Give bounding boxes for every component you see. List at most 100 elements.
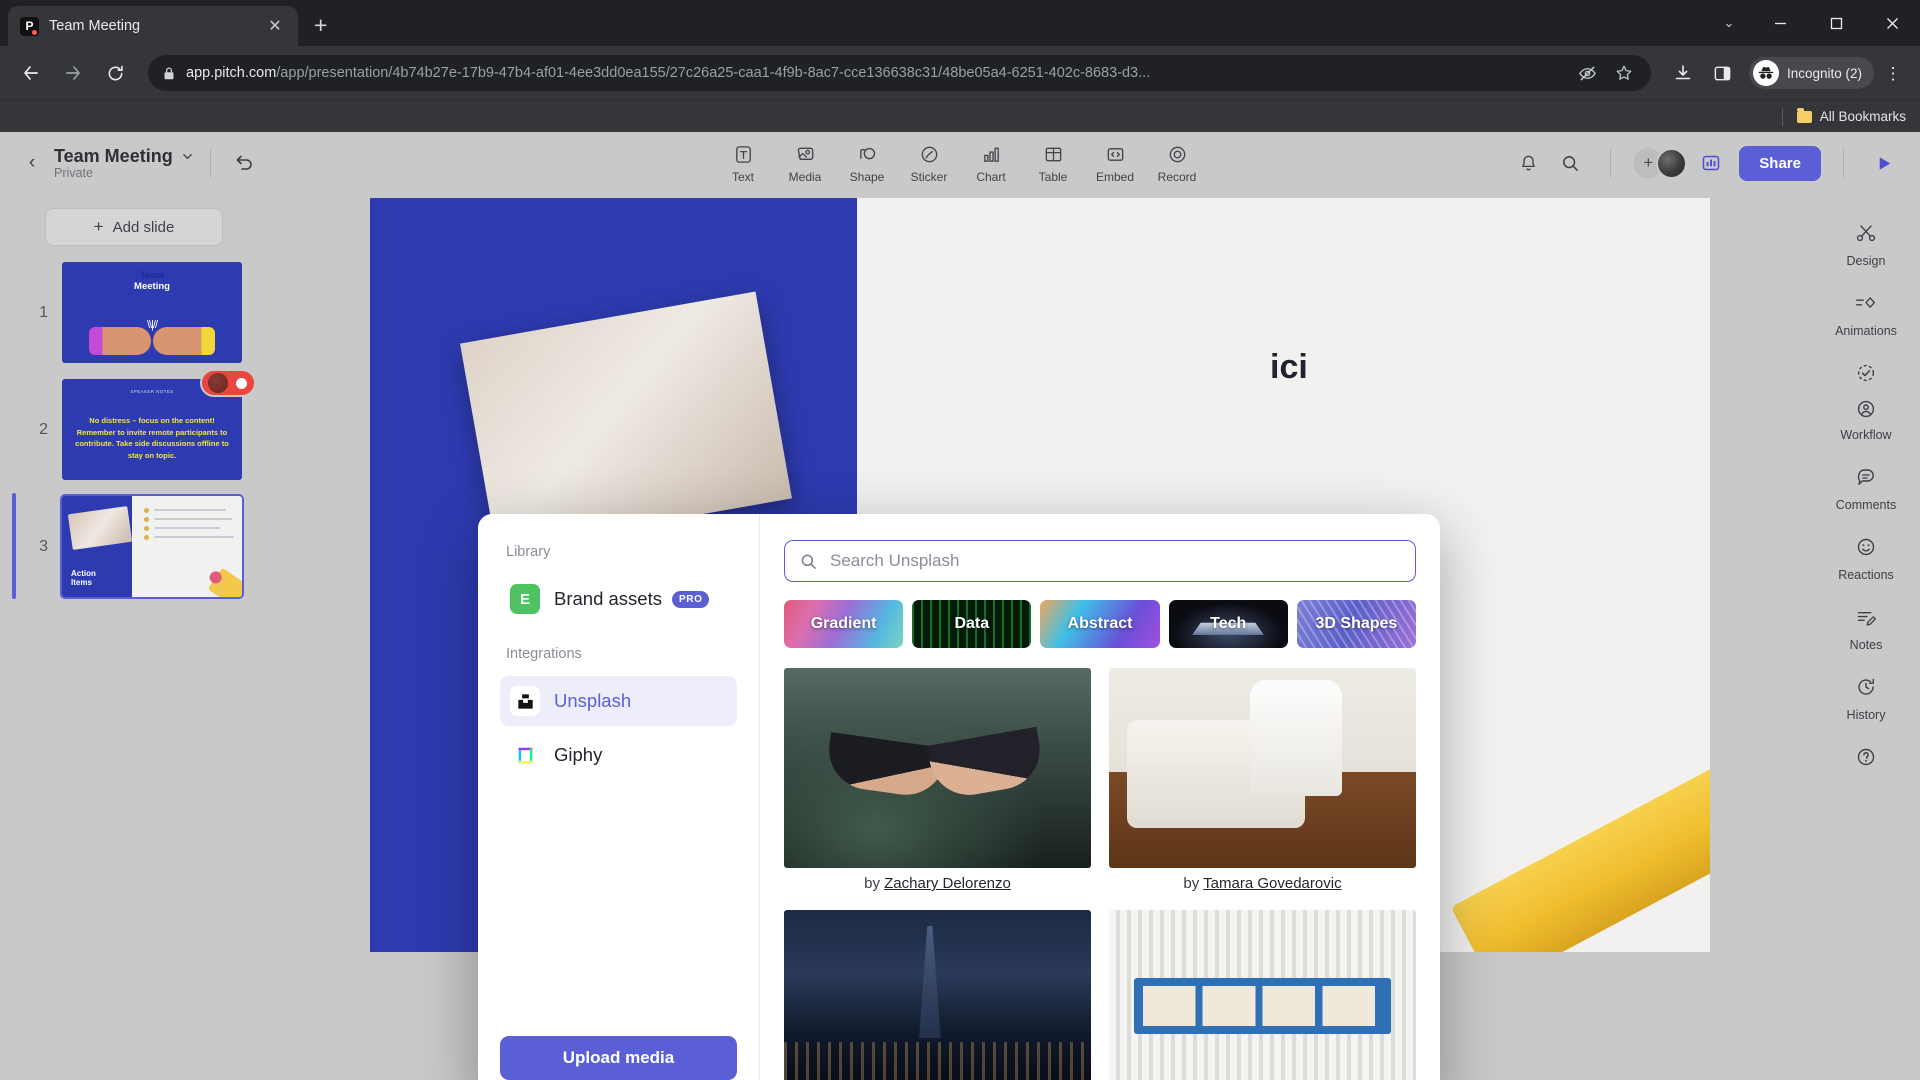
deck-meta: Team Meeting Private	[54, 146, 194, 180]
insert-toolbar: Text Media Shape Sticker Chart Table Emb…	[714, 139, 1206, 188]
profile-label: Incognito (2)	[1786, 65, 1862, 81]
category-chip-3d-shapes[interactable]: 3D Shapes	[1296, 600, 1417, 648]
sticker-icon	[919, 143, 940, 167]
bell-icon[interactable]	[1510, 145, 1546, 181]
lock-icon	[164, 66, 174, 79]
modal-backdrop: Library E Brand assets PRO Integrations …	[0, 194, 1920, 1080]
tool-label: Record	[1157, 169, 1197, 184]
reload-icon[interactable]	[96, 54, 134, 92]
side-panel-icon[interactable]	[1705, 55, 1741, 91]
category-chip-abstract[interactable]: Abstract	[1040, 600, 1160, 648]
divider	[1843, 148, 1844, 178]
library-heading: Library	[506, 544, 551, 560]
unsplash-icon	[510, 686, 540, 716]
url-domain: app.pitch.com	[186, 65, 277, 81]
tool-sticker[interactable]: Sticker	[900, 139, 958, 188]
media-picker-modal: Library E Brand assets PRO Integrations …	[478, 514, 1440, 1080]
undo-icon[interactable]	[227, 146, 261, 180]
url-text: app.pitch.com/app/presentation/4b74b27e-…	[186, 65, 1565, 81]
browser-tab[interactable]: P Team Meeting ✕	[8, 6, 298, 46]
deck-privacy: Private	[54, 166, 93, 181]
chip-label: Gradient	[810, 615, 877, 632]
chip-label: 3D Shapes	[1315, 615, 1398, 632]
avatar[interactable]	[1656, 147, 1688, 179]
app-header: ‹ Team Meeting Private Text Media Shape …	[0, 132, 1920, 194]
header-right-actions: + Share	[1510, 145, 1902, 181]
tool-record[interactable]: Record	[1148, 139, 1206, 188]
chip-label: Data	[954, 615, 990, 632]
divider	[209, 148, 211, 178]
star-icon[interactable]	[1611, 60, 1637, 86]
pitch-logo-icon: P	[20, 16, 39, 36]
profile-chip-incognito[interactable]: Incognito (2)	[1748, 57, 1874, 89]
photo-result: by Tamara Govedarovic	[1109, 668, 1416, 902]
photo-credit: by Zachary Delorenzo	[864, 875, 1011, 892]
analytics-icon[interactable]	[1693, 145, 1729, 181]
photo-author-link[interactable]: Tamara Govedarovic	[1203, 875, 1341, 892]
sidebar-item-brand-assets[interactable]: E Brand assets PRO	[500, 574, 737, 624]
url-path: /app/presentation/4b74b27e-17b9-47b4-af0…	[276, 65, 1151, 81]
integrations-heading: Integrations	[506, 646, 582, 662]
window-close-button[interactable]	[1864, 0, 1920, 46]
search-unsplash-field[interactable]	[784, 540, 1416, 582]
photo-result	[784, 910, 1091, 1080]
download-icon[interactable]	[1665, 55, 1701, 91]
tool-label: Table	[1038, 169, 1068, 184]
chevron-left-icon[interactable]: ‹	[18, 152, 46, 174]
upload-media-button[interactable]: Upload media	[500, 1036, 737, 1080]
chart-bar-icon	[981, 143, 1002, 167]
search-input[interactable]	[830, 551, 1401, 571]
tool-text[interactable]: Text	[714, 139, 772, 188]
category-chip-data[interactable]: Data	[912, 600, 1032, 648]
tool-media[interactable]: Media	[776, 139, 834, 188]
divider	[1610, 148, 1612, 178]
photo-thumbnail[interactable]	[784, 668, 1091, 868]
tab-title: Team Meeting	[49, 18, 141, 34]
bookmarks-bar: All Bookmarks	[0, 100, 1920, 132]
eye-slash-icon[interactable]	[1575, 60, 1601, 86]
photo-results-grid: by Zachary Delorenzo by Tamara Govedarov…	[784, 668, 1416, 1080]
sidebar-item-giphy[interactable]: Giphy	[500, 730, 737, 780]
play-icon[interactable]	[1866, 145, 1902, 181]
address-bar[interactable]: app.pitch.com/app/presentation/4b74b27e-…	[148, 55, 1651, 91]
tool-embed[interactable]: Embed	[1086, 139, 1144, 188]
category-chip-tech[interactable]: Tech	[1168, 600, 1288, 648]
search-icon[interactable]	[1552, 145, 1588, 181]
photo-thumbnail[interactable]	[1109, 910, 1416, 1080]
minimize-button[interactable]	[1752, 0, 1808, 46]
category-chip-gradient[interactable]: Gradient	[784, 600, 904, 648]
all-bookmarks-label[interactable]: All Bookmarks	[1820, 109, 1906, 124]
tool-table[interactable]: Table	[1024, 139, 1082, 188]
app-body: + Add slide 1 Team Meeting \\|// 2 SPEAK…	[0, 194, 1920, 1080]
window-controls: ⌄	[1706, 0, 1920, 46]
photo-thumbnail[interactable]	[784, 910, 1091, 1080]
photo-credit: by Tamara Govedarovic	[1183, 875, 1342, 892]
sidebar-item-label: Brand assets	[554, 588, 662, 609]
close-icon[interactable]: ✕	[264, 16, 286, 36]
chevron-down-icon[interactable]: ⌄	[1706, 0, 1752, 46]
modal-main: Gradient Data Abstract Tech 3D Shapes by…	[760, 514, 1440, 1080]
new-tab-button[interactable]: +	[314, 12, 327, 39]
record-circle-icon	[1167, 143, 1188, 167]
divider	[1781, 107, 1783, 126]
photo-result: by Zachary Delorenzo	[784, 668, 1091, 902]
text-box-icon	[733, 143, 754, 167]
back-arrow-icon[interactable]	[12, 54, 50, 92]
giphy-icon	[510, 740, 540, 770]
tool-label: Chart	[976, 169, 1006, 184]
tool-shape[interactable]: Shape	[838, 139, 896, 188]
sidebar-item-unsplash[interactable]: Unsplash	[500, 676, 737, 726]
tool-label: Text	[731, 169, 754, 184]
folder-icon	[1796, 107, 1812, 123]
maximize-button[interactable]	[1808, 0, 1864, 46]
share-button[interactable]: Share	[1739, 145, 1821, 181]
photo-author-link[interactable]: Zachary Delorenzo	[884, 875, 1011, 892]
forward-arrow-icon[interactable]	[54, 54, 92, 92]
tool-chart[interactable]: Chart	[962, 139, 1020, 188]
table-grid-icon	[1043, 143, 1064, 167]
kebab-menu-icon[interactable]: ⋮	[1878, 65, 1908, 82]
chip-label: Tech	[1210, 615, 1247, 632]
chevron-down-icon[interactable]	[181, 150, 194, 163]
photo-thumbnail[interactable]	[1109, 668, 1416, 868]
category-chips: Gradient Data Abstract Tech 3D Shapes	[784, 600, 1417, 648]
